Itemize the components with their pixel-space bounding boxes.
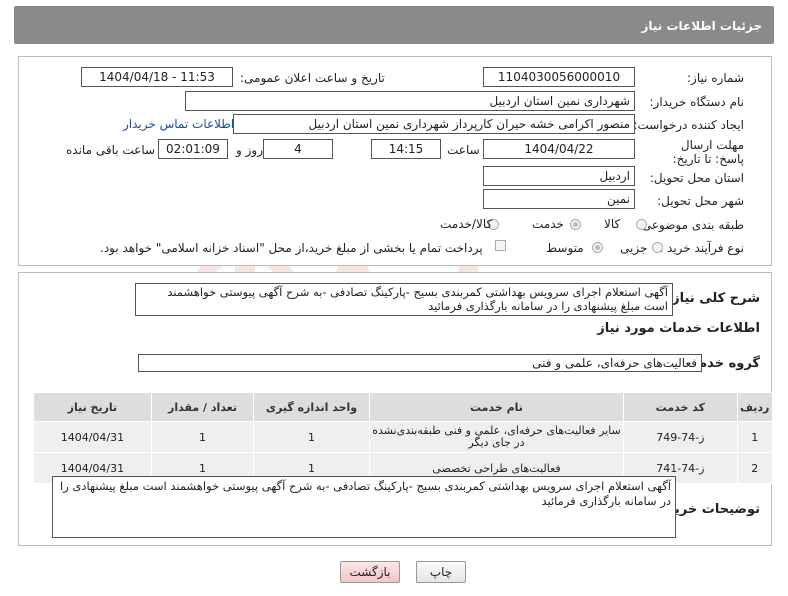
- col-unit: واحد اندازه گیری: [253, 392, 370, 422]
- days-field: 4: [263, 139, 333, 159]
- service-group-field: فعالیت‌های حرفه‌ای، علمی و فنی: [138, 354, 702, 372]
- city-label: شهر محل تحویل:: [657, 194, 744, 208]
- payment-note: پرداخت تمام یا بخشی از مبلغ خرید،از محل …: [100, 241, 483, 255]
- table-header-row: ردیف کد خدمت نام خدمت واحد اندازه گیری ت…: [33, 392, 774, 422]
- days-label: روز و: [236, 143, 263, 157]
- page-title: جزئیات اطلاعات نیاز: [641, 19, 762, 33]
- cell-code: ز-74-749: [623, 421, 738, 453]
- buyer-label: نام دستگاه خریدار:: [649, 95, 745, 109]
- deadline-time-field: 14:15: [371, 139, 441, 159]
- col-qty: تعداد / مقدار: [150, 392, 255, 422]
- need-number-label: شماره نیاز:: [687, 71, 744, 85]
- need-number-field: 1104030056000010: [483, 67, 635, 87]
- buyer-notes-textarea[interactable]: آگهی استعلام اجرای سرویس بهداشتی کمربندی…: [52, 476, 676, 538]
- category-service-radio[interactable]: [570, 219, 581, 230]
- category-service-label: خدمت: [532, 217, 564, 231]
- province-label: استان محل تحویل:: [649, 171, 744, 185]
- col-code: کد خدمت: [623, 392, 738, 422]
- summary-textarea[interactable]: آگهی استعلام اجرای سرویس بهداشتی کمربندی…: [135, 283, 673, 316]
- process-medium-label: متوسط: [546, 241, 584, 255]
- remaining-label: ساعت باقی مانده: [66, 143, 156, 157]
- requester-field: منصور اکرامی خشه حیران کارپرداز شهرداری …: [233, 114, 635, 134]
- deadline-time-label: ساعت: [447, 143, 480, 157]
- process-label: نوع فرآیند خرید :: [659, 241, 744, 255]
- cell-unit: 1: [253, 421, 370, 453]
- deadline-label: مهلت ارسال پاسخ: تا تاریخ:: [672, 138, 744, 166]
- cell-name: سایر فعالیت‌های حرفه‌ای، علمی و فنی طبقه…: [368, 421, 625, 453]
- table-row: 1 ز-74-749 سایر فعالیت‌های حرفه‌ای، علمی…: [33, 421, 774, 453]
- treasury-checkbox[interactable]: [495, 240, 506, 251]
- col-row: ردیف: [736, 392, 774, 422]
- cell-date: 1404/04/31: [33, 421, 152, 453]
- services-section-title: اطلاعات خدمات مورد نیاز: [597, 321, 760, 336]
- cell-row: 1: [736, 421, 774, 453]
- summary-label: شرح کلی نیاز:: [666, 291, 760, 306]
- cell-row: 2: [736, 452, 774, 484]
- deadline-date-field: 1404/04/22: [483, 139, 635, 159]
- category-goods-label: کالا: [604, 217, 621, 231]
- category-both-label: کالا/خدمت: [440, 217, 493, 231]
- category-goods-radio[interactable]: [636, 219, 647, 230]
- back-button[interactable]: بازگشت: [340, 561, 400, 583]
- col-date: تاریخ نیاز: [33, 392, 152, 422]
- print-button[interactable]: چاپ: [416, 561, 466, 583]
- buyer-field: شهرداری نمین استان اردبیل: [185, 91, 635, 111]
- announce-field: 1404/04/18 - 11:53: [81, 67, 233, 87]
- announce-label: تاریخ و ساعت اعلان عمومی:: [240, 71, 385, 85]
- col-name: نام خدمت: [368, 392, 625, 422]
- remaining-field: 02:01:09: [158, 139, 228, 159]
- province-field: اردبیل: [483, 166, 635, 186]
- category-label: طبقه بندی موضوعی:: [637, 218, 744, 232]
- process-minor-label: جزیی: [620, 241, 648, 255]
- services-table: ردیف کد خدمت نام خدمت واحد اندازه گیری ت…: [33, 392, 774, 484]
- process-medium-radio[interactable]: [592, 242, 603, 253]
- cell-qty: 1: [150, 421, 255, 453]
- city-field: نمین: [483, 189, 635, 209]
- requester-label: ایجاد کننده درخواست:: [633, 118, 744, 132]
- process-minor-radio[interactable]: [652, 242, 663, 253]
- contact-link[interactable]: اطلاعات تماس خریدار: [123, 117, 234, 131]
